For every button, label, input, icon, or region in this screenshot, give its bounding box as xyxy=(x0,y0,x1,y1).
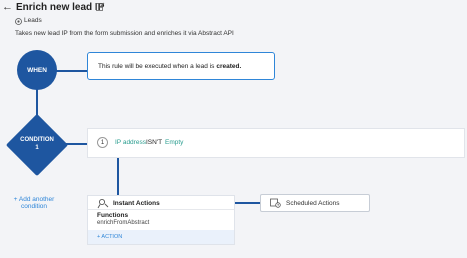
condition-field[interactable]: IP address xyxy=(115,139,146,146)
scheduled-connector xyxy=(234,202,261,204)
condition-label-title: CONDITION xyxy=(20,137,54,143)
when-trigger-box[interactable]: This rule will be executed when a lead i… xyxy=(87,52,275,80)
condition-label-number: 1 xyxy=(35,145,39,151)
when-event: created. xyxy=(216,62,242,70)
add-condition-line1: + Add another xyxy=(13,196,55,203)
condition-number-badge: 1 xyxy=(97,137,108,148)
instant-action-icon xyxy=(97,198,109,209)
function-name[interactable]: enrichFromAbstract xyxy=(97,220,149,226)
action-connector xyxy=(117,157,119,196)
rule-description: Takes new lead IP from the form submissi… xyxy=(15,30,234,37)
edit-icon[interactable] xyxy=(96,2,105,11)
scheduled-action-icon xyxy=(270,198,281,208)
page-header: ← Enrich new lead IP Leads Takes new lea… xyxy=(0,0,467,48)
when-label: WHEN xyxy=(27,66,47,74)
add-condition-line2: condition xyxy=(20,203,48,210)
add-action-button[interactable]: + ACTION xyxy=(97,234,122,240)
instant-actions-title: Instant Actions xyxy=(113,200,160,207)
scheduled-actions-label: Scheduled Actions xyxy=(286,200,340,207)
divider xyxy=(88,209,234,210)
condition-label: CONDITION 1 xyxy=(6,136,68,152)
when-node: WHEN xyxy=(17,50,57,90)
functions-label: Functions xyxy=(97,212,129,219)
add-condition-link[interactable]: + Add another condition xyxy=(6,196,62,210)
leads-module-icon xyxy=(15,18,22,25)
page-title: Enrich new lead IP xyxy=(16,2,105,13)
condition-value[interactable]: Empty xyxy=(165,139,183,146)
when-connector xyxy=(55,70,88,72)
condition-operator[interactable]: ISN'T xyxy=(146,139,162,146)
when-text: This rule will be executed when a lead i… xyxy=(98,62,215,70)
back-arrow-icon[interactable]: ← xyxy=(2,1,13,13)
module-name: Leads xyxy=(24,17,42,24)
